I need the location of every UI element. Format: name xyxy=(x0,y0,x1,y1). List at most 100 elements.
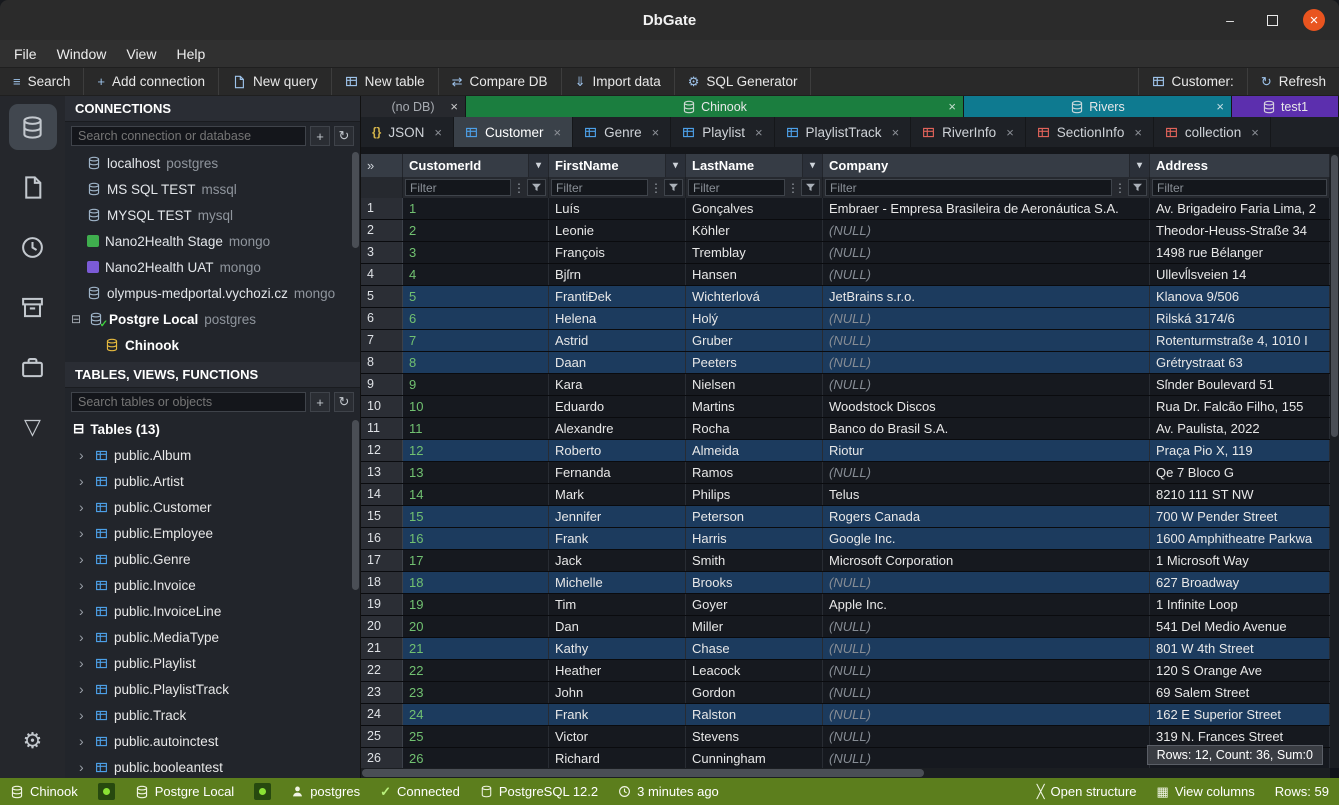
row-number[interactable]: 14 xyxy=(361,484,403,505)
cell-company[interactable]: (NULL) xyxy=(823,264,1150,285)
status-indicator[interactable] xyxy=(88,778,125,805)
connection-item-ms-sql-test[interactable]: MS SQL TESTmssql xyxy=(65,176,360,202)
db-tab-no-db[interactable]: (no DB)× xyxy=(361,96,466,117)
filter-funnel-button[interactable] xyxy=(801,179,820,196)
table-item-public-invoice[interactable]: ›public.Invoice xyxy=(65,572,360,598)
cell-id[interactable]: 1 xyxy=(403,198,549,219)
tables-scrollbar[interactable] xyxy=(352,420,359,590)
status-3-minutes-ago[interactable]: 3 minutes ago xyxy=(608,778,729,805)
cell-id[interactable]: 24 xyxy=(403,704,549,725)
row-number[interactable]: 17 xyxy=(361,550,403,571)
cell-last[interactable]: Almeida xyxy=(686,440,823,461)
filter-input-firstname[interactable] xyxy=(551,179,648,196)
chevron-right-icon[interactable]: › xyxy=(79,655,89,671)
cell-company[interactable]: (NULL) xyxy=(823,704,1150,725)
table-row[interactable]: 2424FrankRalston(NULL)162 E Superior Str… xyxy=(361,704,1330,726)
db-tab-test1[interactable]: test1 xyxy=(1232,96,1339,117)
maximize-button[interactable] xyxy=(1261,9,1283,31)
close-tab-icon[interactable]: × xyxy=(553,125,561,140)
row-number[interactable]: 18 xyxy=(361,572,403,593)
cell-address[interactable]: 541 Del Medio Avenue xyxy=(1150,616,1330,637)
close-tab-icon[interactable]: × xyxy=(1134,125,1142,140)
cell-company[interactable]: Google Inc. xyxy=(823,528,1150,549)
column-dropdown-button[interactable]: ▾ xyxy=(802,154,822,177)
toolbar-button-new-query[interactable]: New query xyxy=(219,68,332,95)
cell-address[interactable]: 801 W 4th Street xyxy=(1150,638,1330,659)
filter-menu-button[interactable]: ⋮ xyxy=(787,181,799,195)
tab-json[interactable]: {}JSON× xyxy=(361,117,454,147)
cell-address[interactable]: Av. Paulista, 2022 xyxy=(1150,418,1330,439)
row-number[interactable]: 1 xyxy=(361,198,403,219)
cell-last[interactable]: Wichterlová xyxy=(686,286,823,307)
cell-address[interactable]: Theodor-Heuss-Straße 34 xyxy=(1150,220,1330,241)
cell-first[interactable]: John xyxy=(549,682,686,703)
cell-address[interactable]: Rua Dr. Falcão Filho, 155 xyxy=(1150,396,1330,417)
cell-last[interactable]: Tremblay xyxy=(686,242,823,263)
connection-item-nano2health-uat[interactable]: Nano2Health UATmongo xyxy=(65,254,360,280)
cell-address[interactable]: 8210 111 ST NW xyxy=(1150,484,1330,505)
tab-playlist[interactable]: Playlist× xyxy=(671,117,774,147)
cell-company[interactable]: (NULL) xyxy=(823,330,1150,351)
cell-id[interactable]: 2 xyxy=(403,220,549,241)
cell-first[interactable]: Eduardo xyxy=(549,396,686,417)
table-row[interactable]: 2121KathyChase(NULL)801 W 4th Street xyxy=(361,638,1330,660)
cell-company[interactable]: (NULL) xyxy=(823,682,1150,703)
cell-id[interactable]: 11 xyxy=(403,418,549,439)
cell-first[interactable]: Bjſrn xyxy=(549,264,686,285)
cell-company[interactable]: Apple Inc. xyxy=(823,594,1150,615)
cell-company[interactable]: Telus xyxy=(823,484,1150,505)
cell-last[interactable]: Ralston xyxy=(686,704,823,725)
cell-address[interactable]: 700 W Pender Street xyxy=(1150,506,1330,527)
cell-last[interactable]: Philips xyxy=(686,484,823,505)
toolbar-button-customer[interactable]: Customer: xyxy=(1138,68,1247,95)
cell-address[interactable]: Praça Pio X, 119 xyxy=(1150,440,1330,461)
row-number[interactable]: 15 xyxy=(361,506,403,527)
table-row[interactable]: 99KaraNielsen(NULL)Sſnder Boulevard 51 xyxy=(361,374,1330,396)
cell-last[interactable]: Peterson xyxy=(686,506,823,527)
chevron-right-icon[interactable]: › xyxy=(79,681,89,697)
cell-company[interactable]: (NULL) xyxy=(823,616,1150,637)
table-row[interactable]: 44BjſrnHansen(NULL)Ullevĺlsveien 14 xyxy=(361,264,1330,286)
chevron-right-icon[interactable]: › xyxy=(79,447,89,463)
table-row[interactable]: 1616FrankHarrisGoogle Inc.1600 Amphithea… xyxy=(361,528,1330,550)
close-tab-icon[interactable]: × xyxy=(652,125,660,140)
row-number[interactable]: 25 xyxy=(361,726,403,747)
filter-input-lastname[interactable] xyxy=(688,179,785,196)
cell-id[interactable]: 6 xyxy=(403,308,549,329)
cell-address[interactable]: Qe 7 Bloco G xyxy=(1150,462,1330,483)
connection-item-localhost[interactable]: localhostpostgres xyxy=(65,150,360,176)
tab-collection[interactable]: collection× xyxy=(1154,117,1271,147)
add-table-mini-button[interactable]: + xyxy=(310,392,330,412)
table-row[interactable]: 1717JackSmithMicrosoft Corporation1 Micr… xyxy=(361,550,1330,572)
table-row[interactable]: 1414MarkPhilipsTelus8210 111 ST NW xyxy=(361,484,1330,506)
cell-company[interactable]: Rogers Canada xyxy=(823,506,1150,527)
row-number[interactable]: 7 xyxy=(361,330,403,351)
cell-last[interactable]: Ramos xyxy=(686,462,823,483)
cell-address[interactable]: 1 Microsoft Way xyxy=(1150,550,1330,571)
chevron-right-icon[interactable]: › xyxy=(79,551,89,567)
cell-id[interactable]: 22 xyxy=(403,660,549,681)
close-tab-icon[interactable]: × xyxy=(1216,99,1224,114)
cell-last[interactable]: Chase xyxy=(686,638,823,659)
cell-company[interactable]: Riotur xyxy=(823,440,1150,461)
row-number[interactable]: 11 xyxy=(361,418,403,439)
status-postgres[interactable]: postgres xyxy=(281,778,370,805)
status-chinook[interactable]: Chinook xyxy=(0,778,88,805)
cell-id[interactable]: 3 xyxy=(403,242,549,263)
cell-address[interactable]: Rotenturmstraße 4, 1010 I xyxy=(1150,330,1330,351)
column-dropdown-button[interactable]: ▾ xyxy=(1129,154,1149,177)
chevron-right-icon[interactable]: › xyxy=(79,473,89,489)
cell-company[interactable]: Banco do Brasil S.A. xyxy=(823,418,1150,439)
column-dropdown-button[interactable]: ▾ xyxy=(528,154,548,177)
table-row[interactable]: 33FrançoisTremblay(NULL)1498 rue Bélange… xyxy=(361,242,1330,264)
toolbar-button-new-table[interactable]: New table xyxy=(332,68,439,95)
tables-group[interactable]: ⊟Tables (13) xyxy=(65,416,360,442)
status-rows-59[interactable]: Rows: 59 xyxy=(1265,778,1339,805)
sidebar-file-button[interactable] xyxy=(9,164,57,210)
filter-menu-button[interactable]: ⋮ xyxy=(513,181,525,195)
close-tab-icon[interactable]: × xyxy=(434,125,442,140)
filter-funnel-button[interactable] xyxy=(664,179,683,196)
cell-id[interactable]: 13 xyxy=(403,462,549,483)
cell-id[interactable]: 19 xyxy=(403,594,549,615)
cell-last[interactable]: Rocha xyxy=(686,418,823,439)
